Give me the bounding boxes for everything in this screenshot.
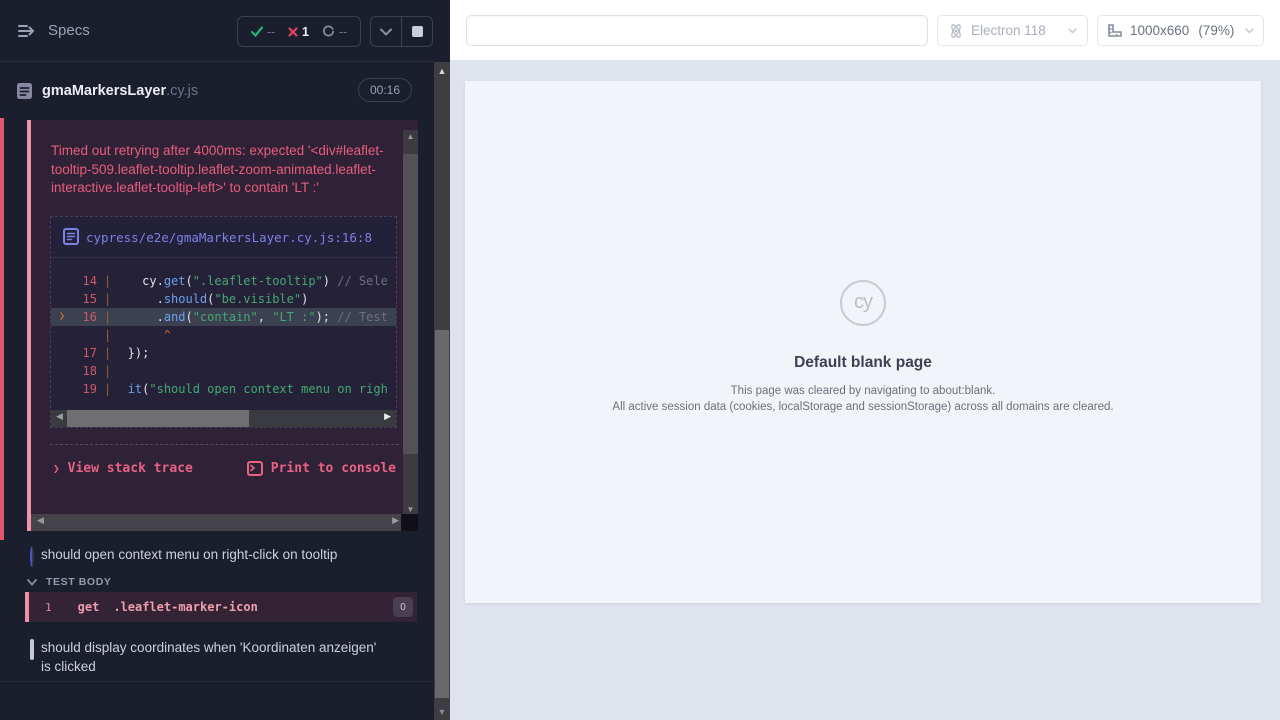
cypress-runner-app: Specs -- 1 -- <box>0 0 1280 720</box>
cypress-logo: cy <box>840 280 886 326</box>
test-title: should open context menu on right-click … <box>41 545 377 567</box>
x-icon <box>288 27 298 37</box>
ruler-icon <box>1107 23 1123 38</box>
spec-file-row[interactable]: gmaMarkersLayer.cy.js 00:16 <box>0 63 434 118</box>
spec-duration-badge: 00:16 <box>358 78 412 102</box>
code-line: 19| it("should open context menu on righ <box>51 380 396 398</box>
code-horizontal-scrollbar[interactable]: ◀ ▶ <box>51 410 396 427</box>
chevron-down-icon <box>1068 28 1077 34</box>
file-icon <box>63 228 79 248</box>
code-line: 17| }); <box>51 344 396 362</box>
blank-page-line1: This page was cleared by navigating to a… <box>465 383 1261 399</box>
test-body-header[interactable]: TEST BODY <box>0 573 434 591</box>
blank-page-message: cy Default blank page This page was clea… <box>465 280 1261 415</box>
run-controls <box>370 16 433 47</box>
view-stack-trace-button[interactable]: ❯ View stack trace <box>53 461 193 476</box>
specs-menu-icon[interactable] <box>14 18 40 44</box>
code-line: 15| .should("be.visible") <box>51 290 396 308</box>
chevron-down-icon <box>1245 28 1254 34</box>
chevron-right-icon: ❯ <box>53 462 60 475</box>
code-line: ❯16| .and("contain", "LT :"); // Test <box>51 308 396 326</box>
test-title: should display coordinates when 'Koordin… <box>41 638 377 680</box>
command-number: 1 <box>45 601 52 614</box>
chevron-down-icon <box>380 28 392 36</box>
command-count-badge: 0 <box>393 597 413 617</box>
error-file-link[interactable]: cypress/e2e/gmaMarkersLayer.cy.js:16:8 <box>51 217 396 258</box>
scroll-down-icon[interactable]: ▼ <box>403 505 418 514</box>
error-message: Timed out retrying after 4000ms: expecte… <box>31 120 418 216</box>
reporter-panel: Specs -- 1 -- <box>0 0 450 720</box>
error-actions: ❯ View stack trace Print to console <box>50 444 399 476</box>
divider <box>0 681 434 682</box>
scrollbar-thumb[interactable] <box>67 410 249 427</box>
scrollbar-corner <box>401 514 418 531</box>
scroll-left-icon[interactable]: ◀ <box>56 411 63 422</box>
reporter-vertical-scrollbar[interactable]: ▲ ▼ <box>434 62 450 720</box>
test-row-coordinates[interactable]: should display coordinates when 'Koordin… <box>0 638 434 680</box>
command-message: .leaflet-marker-icon <box>113 600 258 614</box>
scrollbar-thumb[interactable] <box>435 330 449 698</box>
restart-icon <box>322 25 335 38</box>
error-horizontal-scrollbar[interactable]: ◀ ▶ <box>31 514 405 531</box>
test-body-label: TEST BODY <box>46 576 112 588</box>
runner-header: Electron 118 1000x660 (79%) <box>450 0 1280 60</box>
error-panel: Timed out retrying after 4000ms: expecte… <box>27 120 418 531</box>
scrollbar-thumb[interactable] <box>403 154 418 454</box>
chevron-down-icon <box>27 579 37 586</box>
code-frame: cypress/e2e/gmaMarkersLayer.cy.js:16:8 1… <box>50 216 397 428</box>
runner-panel: Electron 118 1000x660 (79%) <box>450 0 1280 720</box>
stop-icon <box>412 26 423 37</box>
viewport-size-label: 1000x660 <box>1130 23 1189 38</box>
url-input[interactable] <box>466 15 928 46</box>
collapse-button[interactable] <box>371 17 401 46</box>
console-icon <box>247 461 263 476</box>
spec-name: gmaMarkersLayer.cy.js <box>42 83 198 99</box>
failed-test-stripe <box>0 118 4 540</box>
scroll-down-icon[interactable]: ▼ <box>434 707 450 717</box>
test-row-context-menu[interactable]: should open context menu on right-click … <box>0 545 434 567</box>
browser-label: Electron 118 <box>971 23 1046 38</box>
stat-passed: -- <box>251 25 275 39</box>
code-line: 18| <box>51 362 396 380</box>
test-running-icon <box>30 548 34 567</box>
specs-title: Specs <box>48 22 90 39</box>
test-pending-icon <box>30 641 34 680</box>
scroll-right-icon[interactable]: ▶ <box>384 411 391 422</box>
scroll-left-icon[interactable]: ◀ <box>37 515 44 526</box>
code-lines: 14| cy.get(".leaflet-tooltip") // Sele15… <box>51 258 396 402</box>
scroll-right-icon[interactable]: ▶ <box>392 515 399 526</box>
error-vertical-scrollbar[interactable]: ▲ ▼ <box>403 130 418 516</box>
aut-iframe-area: cy Default blank page This page was clea… <box>465 81 1261 603</box>
scroll-up-icon[interactable]: ▲ <box>403 132 418 141</box>
blank-page-title: Default blank page <box>465 354 1261 372</box>
command-name: get <box>78 600 100 614</box>
test-stats: -- 1 -- <box>237 16 361 47</box>
browser-selector[interactable]: Electron 118 <box>937 15 1088 46</box>
electron-icon <box>948 23 964 39</box>
viewport-scale-label: (79%) <box>1198 23 1234 38</box>
spec-file-icon <box>16 82 33 100</box>
scroll-up-icon[interactable]: ▲ <box>434 66 450 76</box>
blank-page-line2: All active session data (cookies, localS… <box>465 399 1261 415</box>
stop-button[interactable] <box>401 17 432 46</box>
stat-failed: 1 <box>288 25 309 39</box>
code-line: | ^ <box>51 326 396 344</box>
command-row[interactable]: 1 get .leaflet-marker-icon 0 <box>25 592 417 622</box>
code-line: 14| cy.get(".leaflet-tooltip") // Sele <box>51 272 396 290</box>
check-icon <box>251 26 263 37</box>
reporter-header: Specs -- 1 -- <box>0 0 434 62</box>
stat-pending: -- <box>322 25 347 39</box>
viewport-selector[interactable]: 1000x660 (79%) <box>1097 15 1264 46</box>
print-to-console-button[interactable]: Print to console <box>247 461 396 476</box>
